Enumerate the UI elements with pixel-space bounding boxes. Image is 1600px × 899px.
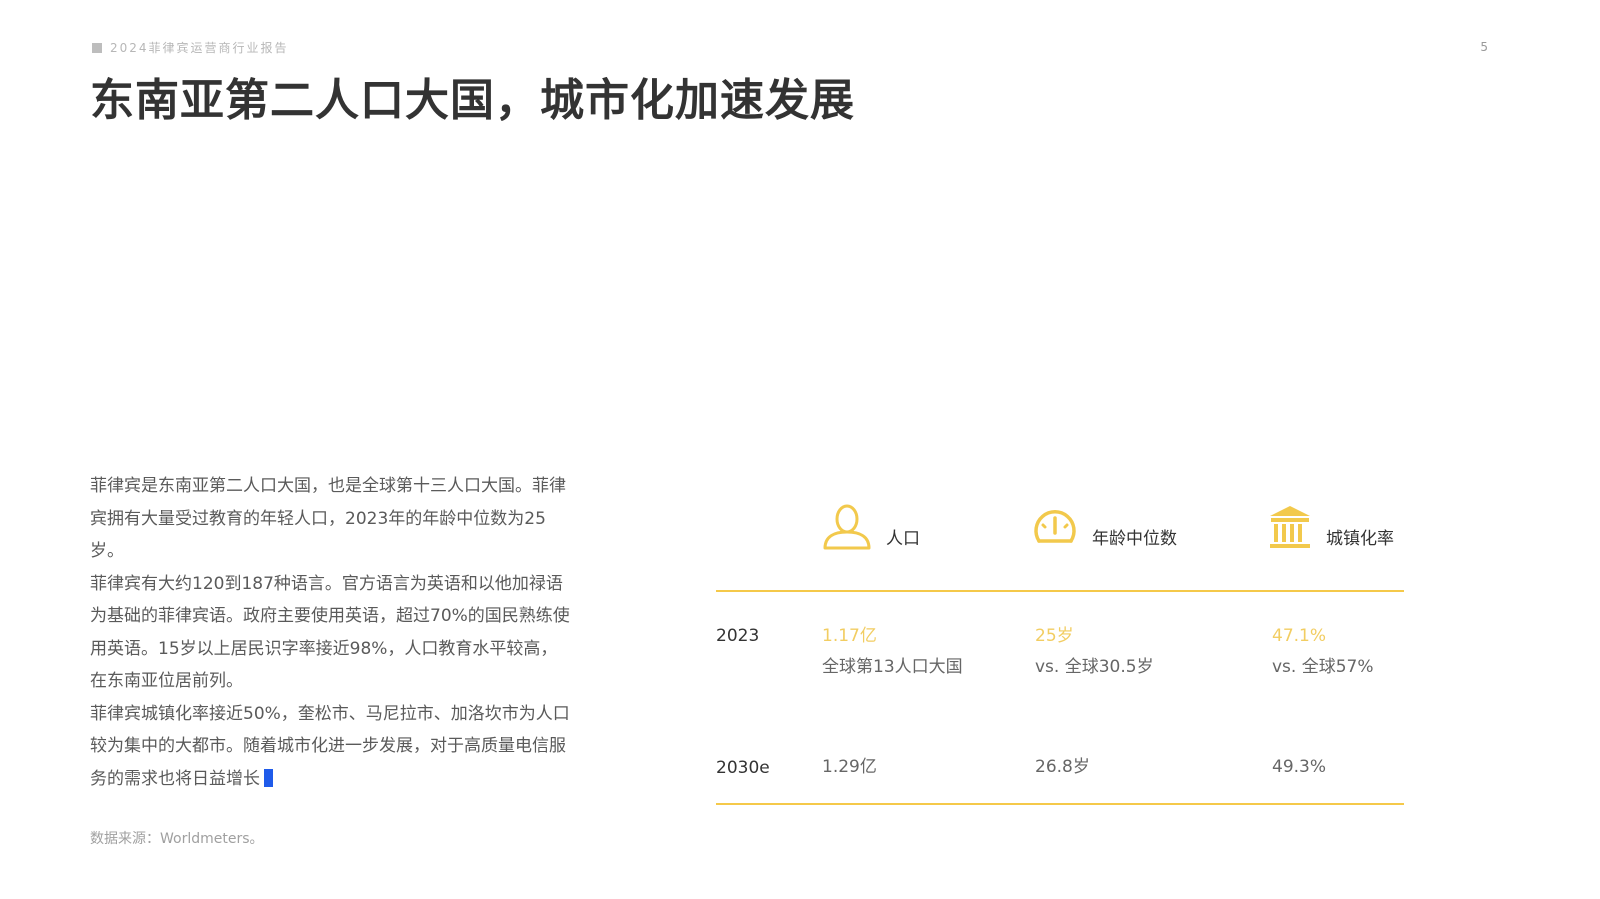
column-label-population: 人口 [886, 528, 920, 549]
cell-2023-urbanization-note: vs. 全球57% [1272, 657, 1374, 677]
body-paragraph-1: 菲律宾是东南亚第二人口大国，也是全球第十三人口大国。菲律宾拥有大量受过教育的年轻… [90, 476, 566, 561]
page-number: 5 [1480, 40, 1488, 54]
body-paragraph-3: 菲律宾城镇化率接近50%，奎松市、马尼拉市、加洛坎市为人口较为集中的大都市。随着… [90, 698, 570, 796]
cell-2023-urbanization-value: 47.1% [1272, 626, 1327, 646]
cell-2023-median-age-note: vs. 全球30.5岁 [1035, 657, 1154, 677]
table-top-rule [716, 590, 1404, 592]
cell-2023-population-note: 全球第13人口大国 [822, 657, 963, 677]
report-tag: 2024菲律宾运营商行业报告 [92, 39, 289, 56]
column-header-median-age: 年龄中位数 [1032, 505, 1177, 553]
cell-2023-median-age: 25岁 vs. 全球30.5岁 [1035, 621, 1154, 683]
cell-2030e-population-value: 1.29亿 [822, 757, 877, 777]
body-paragraph-3-text: 菲律宾城镇化率接近50%，奎松市、马尼拉市、加洛坎市为人口较为集中的大都市。随着… [90, 703, 570, 789]
column-label-urbanization: 城镇化率 [1326, 528, 1394, 549]
column-header-population: 人口 [822, 503, 920, 555]
column-header-urbanization: 城镇化率 [1268, 505, 1394, 553]
cell-2023-population-value: 1.17亿 [822, 626, 877, 646]
row-year-2023: 2023 [716, 626, 760, 646]
cell-2023-urbanization: 47.1% vs. 全球57% [1272, 621, 1374, 683]
cell-2030e-population: 1.29亿 [822, 752, 877, 783]
cell-2030e-median-age: 26.8岁 [1035, 752, 1090, 783]
cell-2030e-urbanization: 49.3% [1272, 752, 1326, 783]
cell-2030e-median-age-value: 26.8岁 [1035, 757, 1090, 777]
table-bottom-rule [716, 803, 1404, 805]
report-tag-label: 2024菲律宾运营商行业报告 [110, 41, 289, 55]
gauge-icon [1032, 505, 1078, 553]
source-note: 数据来源：Worldmeters。 [90, 831, 264, 847]
cell-2023-population: 1.17亿 全球第13人口大国 [822, 621, 963, 683]
row-year-2030e: 2030e [716, 758, 770, 778]
cell-2030e-urbanization-value: 49.3% [1272, 757, 1327, 777]
end-marker-icon [264, 768, 273, 787]
body-text: 菲律宾是东南亚第二人口大国，也是全球第十三人口大国。菲律宾拥有大量受过教育的年轻… [90, 470, 570, 795]
page-title: 东南亚第二人口大国，城市化加速发展 [90, 75, 855, 126]
report-tag-square-icon [92, 42, 102, 53]
column-label-median-age: 年龄中位数 [1092, 528, 1177, 549]
bank-building-icon [1268, 504, 1312, 554]
cell-2023-median-age-value: 25岁 [1035, 626, 1074, 646]
person-icon [822, 503, 872, 555]
body-paragraph-2: 菲律宾有大约120到187种语言。官方语言为英语和以他加禄语为基础的菲律宾语。政… [90, 573, 570, 692]
